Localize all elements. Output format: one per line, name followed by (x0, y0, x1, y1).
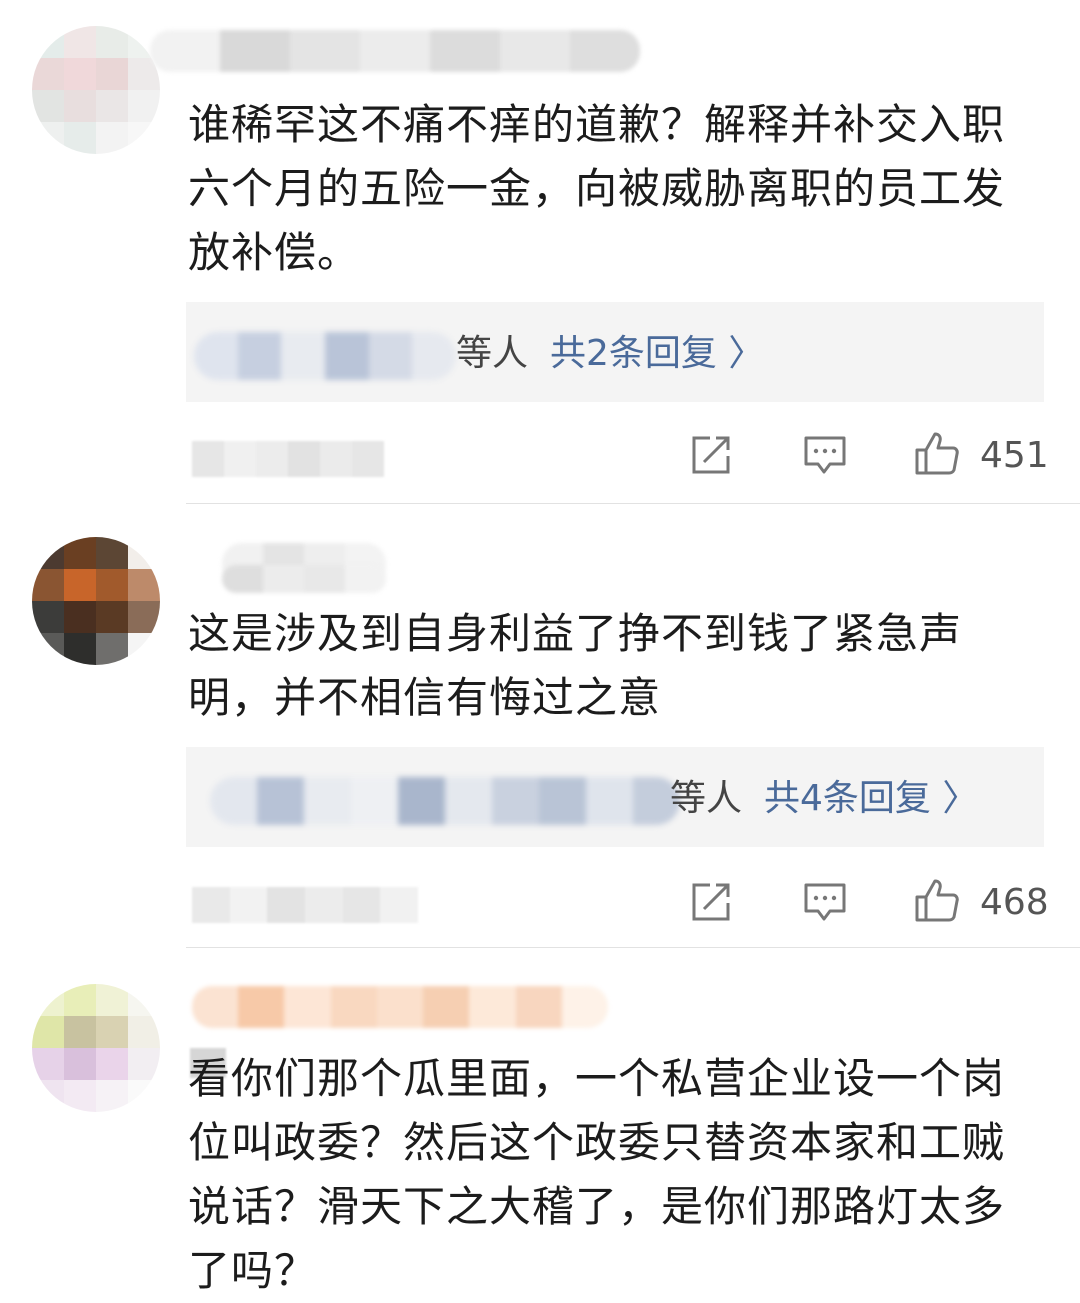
comment-line: 六个月的五险一金，向被威胁离职的员工发 (188, 164, 1006, 213)
comment-text: 这是涉及到自身利益了挣不到钱了紧急声 明，并不相信有悔过之意 (188, 602, 1048, 730)
avatar[interactable] (32, 984, 160, 1112)
like-count: 468 (980, 882, 1049, 923)
reply-users-redacted (194, 332, 456, 380)
avatar[interactable] (32, 537, 160, 665)
divider (186, 503, 1080, 504)
comment-text: 谁稀罕这不痛不痒的道歉？解释并补交入职 六个月的五险一金，向被威胁离职的员工发 … (188, 93, 1048, 285)
comment-line: 看你们那个瓜里面，一个私营企业设一个岗 (188, 1054, 1006, 1103)
avatar[interactable] (32, 26, 160, 154)
comment-line: 放补偿。 (188, 228, 361, 277)
like-count: 451 (980, 435, 1049, 476)
reply-preview[interactable]: 等人 共2条回复 〉 (186, 302, 1044, 402)
thumbs-up-icon[interactable] (914, 877, 960, 923)
reply-suffix: 等人 (670, 778, 743, 819)
timestamp-redacted (192, 887, 419, 923)
reply-users-redacted (210, 777, 680, 825)
comment-item: 谁稀罕这不痛不痒的道歉？解释并补交入职 六个月的五险一金，向被威胁离职的员工发 … (0, 0, 1080, 505)
comment-item: 看你们那个瓜里面，一个私营企业设一个岗 位叫政委？然后这个政委只替资本家和工贼 … (0, 948, 1080, 1303)
username-redacted[interactable] (150, 30, 640, 72)
reply-preview[interactable]: 等人 共4条回复 〉 (186, 747, 1044, 847)
share-icon[interactable] (688, 879, 734, 925)
share-icon[interactable] (688, 432, 734, 478)
comment-item: 这是涉及到自身利益了挣不到钱了紧急声 明，并不相信有悔过之意 等人 共4条回复 … (0, 505, 1080, 947)
comment-text: 看你们那个瓜里面，一个私营企业设一个岗 位叫政委？然后这个政委只替资本家和工贼 … (188, 1047, 1048, 1303)
reply-count-link[interactable]: 共4条回复 〉 (764, 775, 978, 823)
comment-line: 谁稀罕这不痛不痒的道歉？解释并补交入职 (188, 100, 1006, 149)
comment-line: 这是涉及到自身利益了挣不到钱了紧急声 (188, 609, 963, 658)
comment-line: 明，并不相信有悔过之意 (188, 673, 662, 722)
username-redacted[interactable] (192, 986, 608, 1028)
username-redacted[interactable] (222, 565, 386, 593)
thumbs-up-icon[interactable] (914, 430, 960, 476)
timestamp-redacted (192, 441, 384, 477)
comment-icon[interactable] (802, 879, 848, 925)
comment-icon[interactable] (802, 432, 848, 478)
reply-count-link[interactable]: 共2条回复 〉 (550, 330, 764, 378)
comment-line: 说话？滑天下之大稽了，是你们那路灯太多 (188, 1182, 1006, 1231)
comment-line: 了吗？ (188, 1246, 318, 1295)
comment-line: 位叫政委？然后这个政委只替资本家和工贼 (188, 1118, 1006, 1167)
reply-suffix: 等人 (456, 333, 529, 374)
